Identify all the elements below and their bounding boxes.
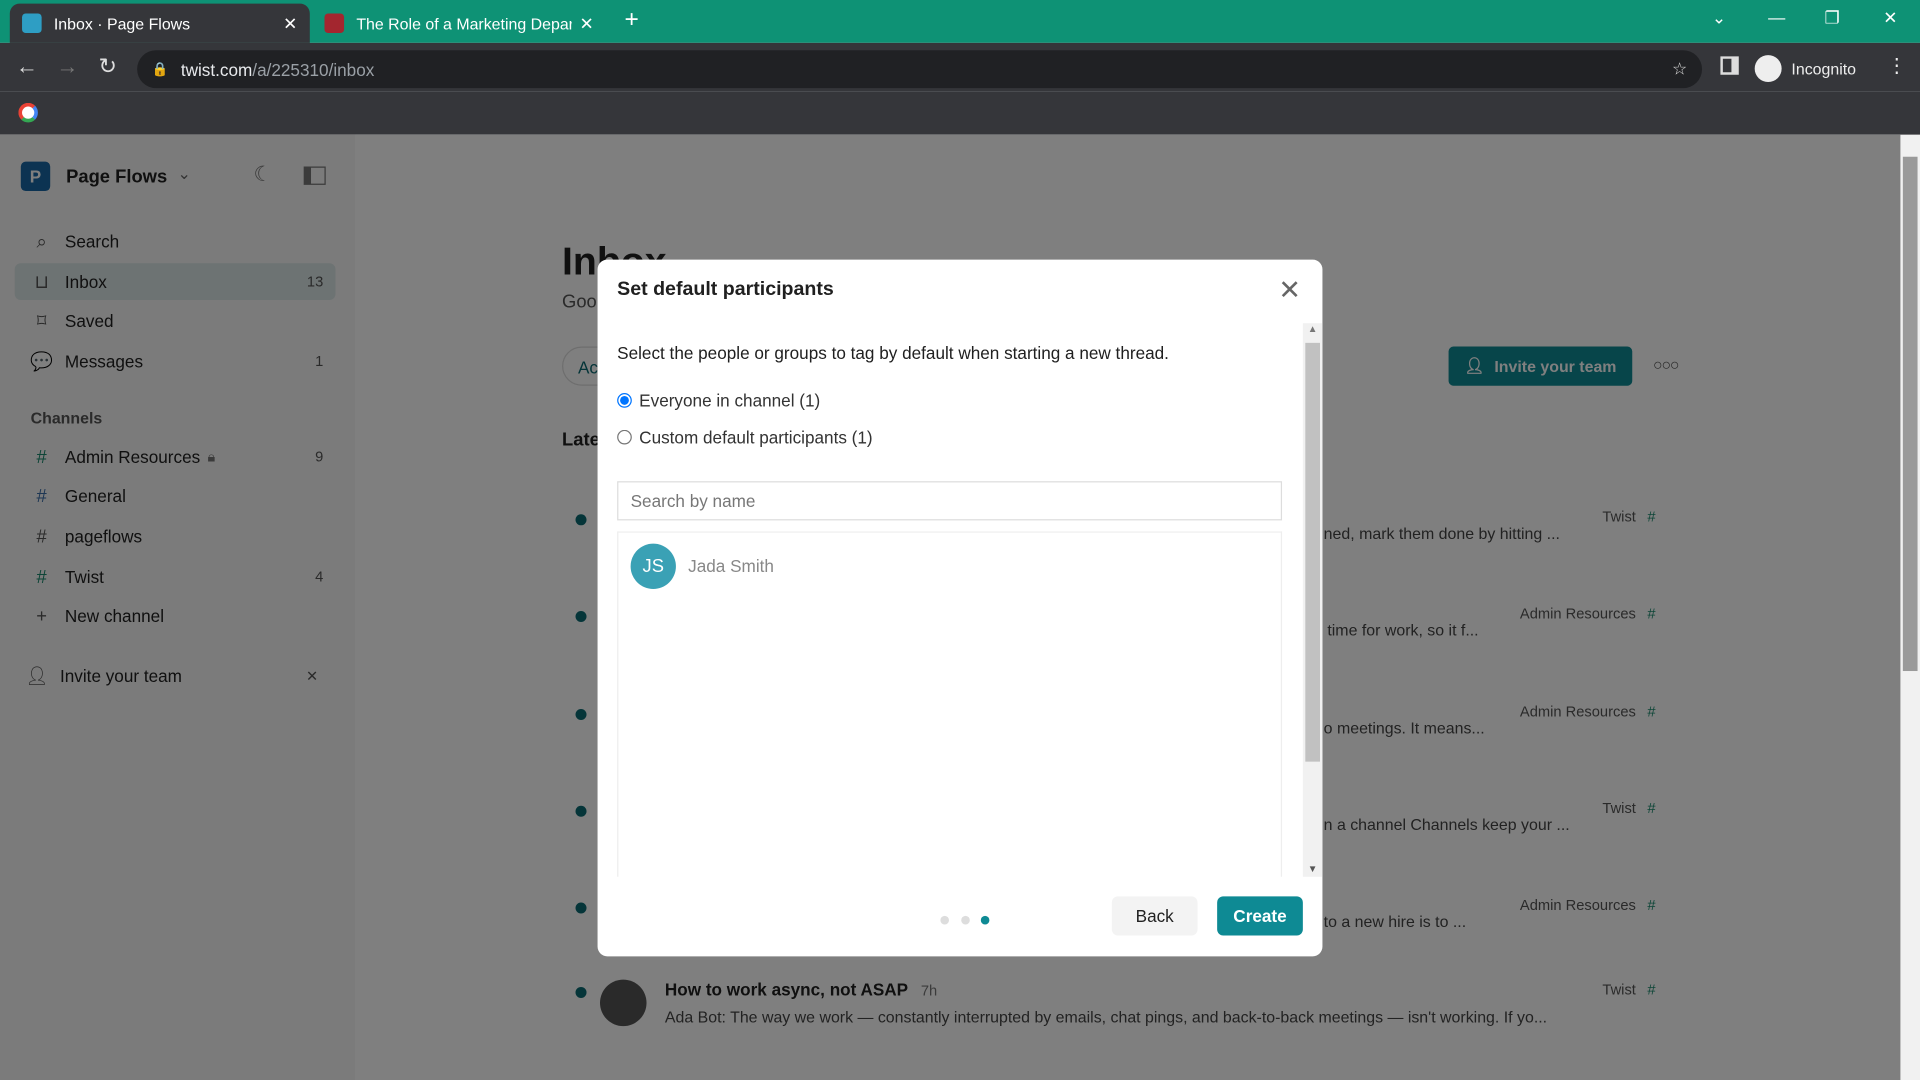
dialog-description: Select the people or groups to tag by de… [617,342,1169,363]
google-bookmark-icon[interactable] [18,102,38,123]
step-dot [961,915,970,925]
create-button[interactable]: Create [1217,896,1303,936]
tab-title: The Role of a Marketing Depart [356,14,573,33]
url-path: /a/225310/inbox [252,59,375,79]
close-icon[interactable]: ✕ [1278,274,1301,306]
page-scrollbar[interactable] [1900,134,1920,1080]
incognito-icon [1754,55,1782,83]
back-icon[interactable]: ← [13,54,40,80]
tab-search-icon[interactable]: ⌄ [1712,7,1726,28]
close-tab-icon[interactable]: ✕ [283,13,297,34]
step-dot [940,915,949,925]
side-panel-icon[interactable] [1720,56,1739,75]
new-tab-icon[interactable]: + [624,6,638,34]
radio-custom-participants[interactable]: Custom default participants (1) [617,427,873,447]
scrollbar-thumb[interactable] [1902,156,1918,672]
radio-input[interactable] [617,429,632,445]
twist-favicon-icon [22,13,42,34]
minimize-icon[interactable]: — [1768,7,1785,27]
address-bar[interactable]: 🔒 twist.com/a/225310/inbox ☆ [137,50,1703,89]
article-favicon-icon [324,13,345,34]
star-icon[interactable]: ☆ [1672,59,1687,80]
step-dot-active [980,915,990,925]
menu-icon[interactable]: ⋮ [1887,54,1907,78]
list-item[interactable]: JS Jada Smith [618,533,1280,602]
scrollbar-thumb[interactable] [1305,342,1321,762]
back-button[interactable]: Back [1111,896,1198,936]
set-default-participants-dialog: Set default participants ✕ Select the pe… [597,259,1323,957]
tab-inbox[interactable]: Inbox · Page Flows ✕ [9,3,310,43]
incognito-badge[interactable]: Incognito [1754,54,1857,83]
scroll-up-icon[interactable]: ▲ [1308,323,1318,334]
bookmarks-bar [0,91,1920,135]
avatar: JS [630,543,676,589]
forward-icon[interactable]: → [54,54,81,80]
participants-list: JS Jada Smith [617,531,1283,877]
radio-label: Everyone in channel (1) [639,390,821,411]
restore-icon[interactable]: ❐ [1824,7,1839,28]
reload-icon[interactable]: ↻ [94,54,121,80]
search-by-name-input[interactable] [617,481,1283,521]
radio-label: Custom default participants (1) [639,427,873,447]
close-tab-icon[interactable]: ✕ [580,13,594,34]
person-name: Jada Smith [688,555,774,576]
url-host: twist.com [180,59,253,79]
dialog-title: Set default participants [617,279,834,301]
scroll-down-icon[interactable]: ▼ [1308,863,1318,874]
lock-icon: 🔒 [151,62,169,78]
radio-everyone-in-channel[interactable]: Everyone in channel (1) [617,390,821,411]
tab-title: Inbox · Page Flows [53,14,191,33]
close-window-icon[interactable]: ✕ [1883,7,1897,28]
radio-input[interactable] [617,393,632,408]
tab-marketing[interactable]: The Role of a Marketing Depart ✕ [312,4,606,43]
profile-label: Incognito [1791,59,1857,78]
